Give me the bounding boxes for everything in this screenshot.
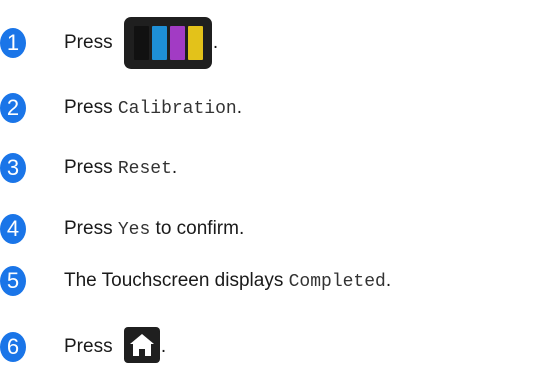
ink-bar-magenta: [169, 26, 185, 60]
step-1: 1 Press .: [0, 17, 218, 69]
step-text-after: .: [385, 269, 392, 291]
step-text-before: The Touchscreen displays: [64, 269, 289, 291]
ink-bar-cyan: [151, 26, 167, 60]
step-text: The Touchscreen displays Completed.: [64, 269, 391, 294]
step-number-badge: 3: [0, 153, 26, 183]
step-5: 5 The Touchscreen displays Completed.: [0, 266, 391, 296]
step-text-after: .: [236, 96, 242, 118]
ink-bar-black: [133, 26, 149, 60]
step-text: Press .: [64, 327, 167, 365]
step-number-badge: 1: [0, 28, 26, 58]
ink-bar-yellow: [187, 26, 203, 60]
step-2: 2 Press Calibration.: [0, 93, 242, 123]
step-number-badge: 2: [0, 93, 26, 123]
step-text: Press Calibration.: [64, 96, 242, 121]
step-text-before: Press: [64, 96, 118, 118]
step-number-badge: 6: [0, 332, 26, 362]
step-text-before: Press: [64, 336, 113, 358]
step-text-before: Press: [64, 217, 118, 239]
step-6: 6 Press .: [0, 327, 167, 365]
step-text-before: Press: [64, 156, 118, 178]
ink-cartridge-icon[interactable]: [123, 17, 212, 69]
step-code: Calibration: [117, 98, 237, 119]
step-code: Yes: [117, 219, 151, 240]
step-code: Reset: [117, 158, 172, 179]
step-code: Completed: [288, 271, 386, 292]
step-4: 4 Press Yes to confirm.: [0, 214, 244, 244]
step-3: 3 Press Reset.: [0, 153, 177, 183]
step-text-before: Press: [64, 32, 113, 54]
step-text-after: .: [212, 32, 219, 54]
step-text: Press .: [64, 17, 218, 69]
step-number-badge: 4: [0, 214, 26, 244]
step-text: Press Reset.: [64, 156, 177, 181]
home-icon[interactable]: [123, 327, 160, 363]
step-number-badge: 5: [0, 266, 26, 296]
step-text-after: .: [160, 336, 167, 358]
step-text: Press Yes to confirm.: [64, 217, 244, 242]
step-text-after: to confirm.: [150, 217, 245, 239]
step-text-after: .: [171, 156, 178, 178]
